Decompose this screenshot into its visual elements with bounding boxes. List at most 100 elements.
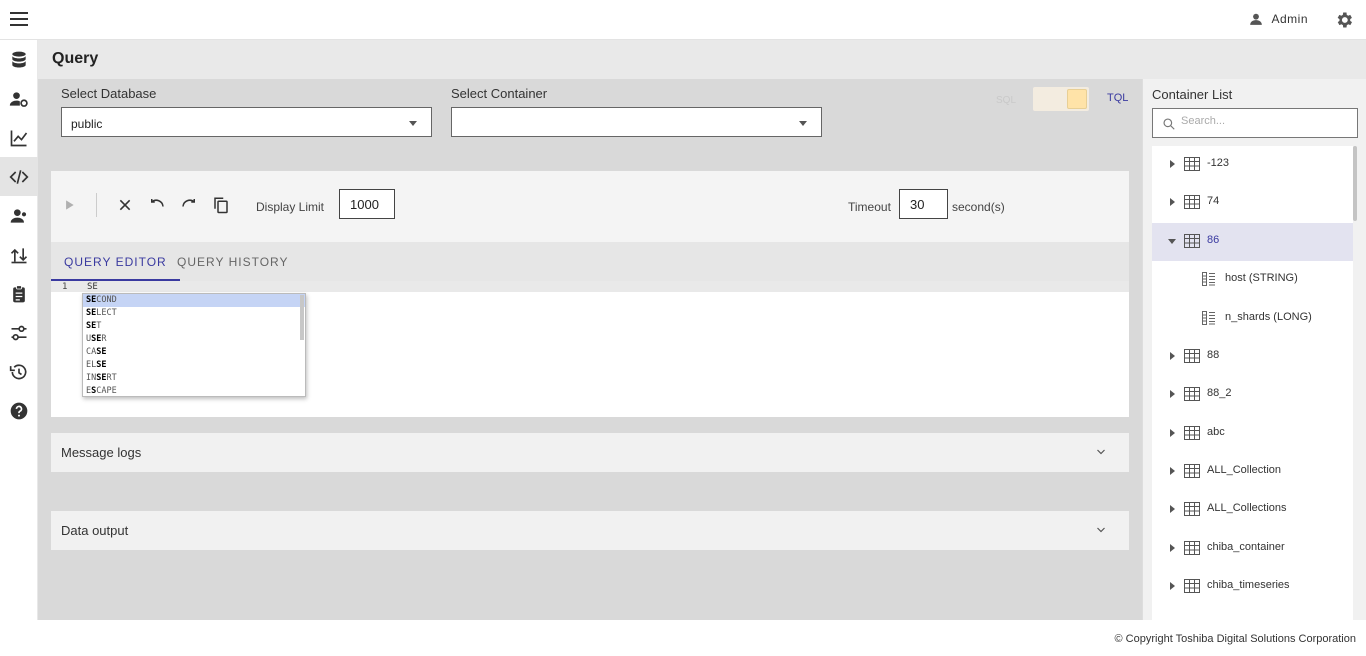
tree-node-selected[interactable]: 86 [1152,223,1353,261]
tree-column-node[interactable]: n_shards (LONG) [1152,300,1353,338]
table-icon [1184,502,1200,516]
tab-query-history[interactable]: QUERY HISTORY [164,242,301,281]
container-list-panel: Container List -123 74 86 host (STRING) … [1142,79,1366,620]
expand-arrow-icon[interactable] [1170,429,1175,437]
tree-node-label: chiba_timeseries [1207,579,1290,591]
collapse-arrow-icon[interactable] [1168,239,1176,244]
autocomplete-item[interactable]: SELECT [83,307,305,320]
tree-node[interactable]: 88 [1152,338,1353,376]
tree-node[interactable]: chiba_timeseries [1152,568,1353,606]
timeout-unit-label: second(s) [952,200,1005,214]
expand-arrow-icon[interactable] [1170,467,1175,475]
top-bar: Admin [0,0,1366,40]
autocomplete-item[interactable]: SECOND [83,294,305,307]
tree-node[interactable]: 88_2 [1152,376,1353,414]
sidebar-item-help[interactable] [0,391,38,430]
data-output-panel[interactable]: Data output [51,511,1129,550]
title-band [38,40,1366,79]
tree-node[interactable]: -123 [1152,146,1353,184]
expand-arrow-icon[interactable] [1170,544,1175,552]
code-icon [9,169,29,184]
autocomplete-item[interactable]: CASE [83,346,305,359]
tree-scrollbar[interactable] [1353,146,1357,221]
copyright-text: © Copyright Toshiba Digital Solutions Co… [1114,633,1356,645]
display-limit-input[interactable] [339,189,395,219]
sidebar-item-user-management[interactable] [0,79,38,118]
import-export-icon [10,247,28,263]
timeout-input[interactable] [899,189,948,219]
message-logs-panel[interactable]: Message logs [51,433,1129,472]
toggle-knob[interactable] [1067,89,1087,109]
autocomplete-item[interactable]: ESCAPE [83,385,305,396]
line-chart-icon [10,130,28,146]
container-select[interactable] [451,107,822,137]
chevron-down-icon [409,121,417,126]
undo-button[interactable] [146,194,168,216]
tree-node[interactable]: ALL_Collections [1152,491,1353,529]
tree-node-label: chiba_container [1207,541,1285,553]
redo-icon [182,199,195,207]
container-list-title: Container List [1152,87,1233,102]
sidebar-item-logs[interactable] [0,274,38,313]
gear-icon[interactable] [1334,10,1354,30]
user-group-icon [10,208,27,223]
table-icon [1184,426,1200,440]
table-icon [1184,387,1200,401]
sidebar-item-import-export[interactable] [0,235,38,274]
sidebar-item-configuration[interactable] [0,313,38,352]
expand-arrow-icon[interactable] [1170,160,1175,168]
sidebar-item-roles[interactable] [0,196,38,235]
message-logs-title: Message logs [61,445,142,460]
select-container-label: Select Container [451,86,548,101]
query-mode-toggle[interactable] [1033,87,1089,111]
active-line-highlight [51,281,1129,292]
redo-button[interactable] [178,194,200,216]
editor-line-text[interactable]: SE [87,282,98,292]
clear-button[interactable] [114,194,136,216]
tab-query-editor[interactable]: QUERY EDITOR [51,242,180,281]
sidebar-item-backup[interactable] [0,352,38,391]
table-icon [1184,579,1200,593]
table-icon [1184,541,1200,555]
expand-arrow-icon[interactable] [1170,505,1175,513]
tree-node[interactable]: abc [1152,415,1353,453]
sql-mode-label[interactable]: SQL [996,95,1016,106]
sidebar-item-database[interactable] [0,40,38,79]
table-icon [1184,234,1200,248]
autocomplete-item[interactable]: ELSE [83,359,305,372]
expand-arrow-icon[interactable] [1170,390,1175,398]
timeout-label: Timeout [848,200,891,214]
chevron-down-icon [1097,449,1105,455]
search-input[interactable] [1181,115,1351,127]
editor-gutter [51,292,83,417]
table-icon [1184,157,1200,171]
tree-column-node[interactable]: host (STRING) [1152,261,1353,299]
tql-mode-label[interactable]: TQL [1107,92,1128,104]
tree-node[interactable]: chiba_container [1152,530,1353,568]
autocomplete-item[interactable]: USER [83,333,305,346]
footer: © Copyright Toshiba Digital Solutions Co… [0,620,1366,656]
tree-node[interactable]: ALL_Collection [1152,453,1353,491]
expand-arrow-icon[interactable] [1170,352,1175,360]
copy-button[interactable] [210,194,232,216]
expand-arrow-icon[interactable] [1170,582,1175,590]
column-icon [1202,311,1215,325]
sidebar-item-dashboard[interactable] [0,118,38,157]
tree-node[interactable]: 74 [1152,184,1353,222]
expand-arrow-icon[interactable] [1170,198,1175,206]
help-icon [10,402,28,419]
toolbar-divider [96,193,97,217]
container-tree: -123 74 86 host (STRING) n_shards (LONG)… [1152,146,1353,620]
container-search[interactable] [1152,108,1358,138]
autocomplete-scrollbar[interactable] [300,295,304,340]
autocomplete-item[interactable]: SET [83,320,305,333]
run-button[interactable] [58,194,80,216]
copy-icon [214,197,228,214]
autocomplete-item[interactable]: INSERT [83,372,305,385]
close-icon [119,199,131,211]
user-menu[interactable]: Admin [1249,12,1308,26]
tree-node-label: n_shards (LONG) [1225,311,1312,323]
hamburger-menu-icon[interactable] [10,12,28,28]
database-select[interactable]: public [61,107,432,137]
sidebar-item-query[interactable] [0,157,38,196]
